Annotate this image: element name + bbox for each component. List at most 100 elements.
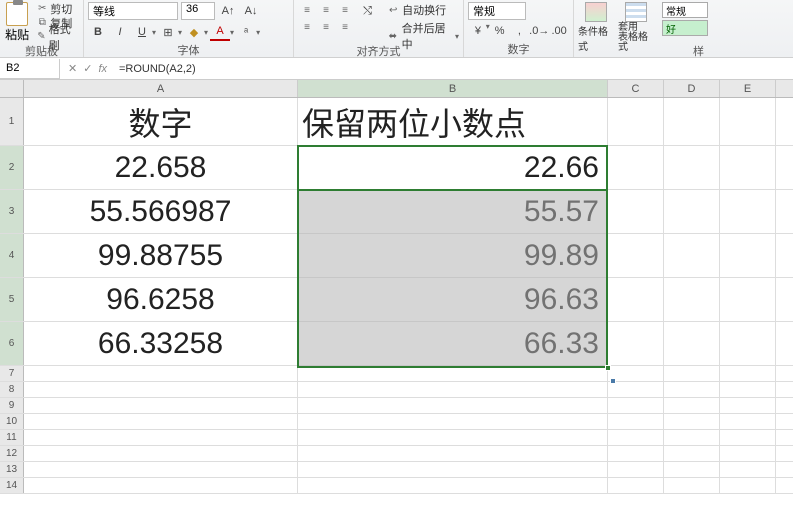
bold-button[interactable]: B: [88, 23, 108, 41]
border-button[interactable]: ⊞: [158, 23, 178, 41]
cell[interactable]: [608, 382, 664, 397]
font-size-select[interactable]: 36: [181, 2, 215, 20]
cell[interactable]: [298, 478, 608, 493]
italic-button[interactable]: I: [110, 23, 130, 41]
row-header[interactable]: 5: [0, 278, 24, 321]
cell[interactable]: [664, 234, 720, 277]
cell[interactable]: [720, 382, 776, 397]
cell[interactable]: [298, 414, 608, 429]
cell[interactable]: [664, 382, 720, 397]
cell-B5[interactable]: 96.63: [298, 278, 608, 321]
row-header[interactable]: 8: [0, 382, 24, 397]
comma-button[interactable]: ,: [510, 22, 530, 40]
cell-A1[interactable]: 数字: [24, 98, 298, 145]
fill-color-button[interactable]: ◆: [184, 23, 204, 41]
cell-A6[interactable]: 66.33258: [24, 322, 298, 365]
col-header-A[interactable]: A: [24, 80, 298, 97]
cell[interactable]: [608, 98, 664, 145]
cell[interactable]: [720, 398, 776, 413]
cell[interactable]: [720, 146, 776, 189]
row-header[interactable]: 3: [0, 190, 24, 233]
name-box[interactable]: B2: [0, 59, 60, 79]
cell[interactable]: [608, 478, 664, 493]
cell[interactable]: [24, 462, 298, 477]
cell[interactable]: [720, 234, 776, 277]
cell-B3[interactable]: 55.57: [298, 190, 608, 233]
cell[interactable]: [608, 446, 664, 461]
cell[interactable]: [664, 478, 720, 493]
row-header[interactable]: 10: [0, 414, 24, 429]
select-all-corner[interactable]: [0, 80, 24, 97]
col-header-E[interactable]: E: [720, 80, 776, 97]
align-bottom-button[interactable]: ≡: [336, 2, 354, 18]
cell[interactable]: [24, 414, 298, 429]
cut-button[interactable]: ✂剪切: [34, 2, 79, 15]
cell[interactable]: [720, 414, 776, 429]
cell[interactable]: [24, 478, 298, 493]
row-header[interactable]: 12: [0, 446, 24, 461]
decrease-font-button[interactable]: A↓: [241, 2, 261, 20]
cell[interactable]: [664, 462, 720, 477]
wrap-text-button[interactable]: ↩自动换行: [387, 2, 459, 18]
align-top-button[interactable]: ≡: [298, 2, 316, 18]
fx-button[interactable]: fx: [98, 63, 107, 75]
cell[interactable]: [720, 478, 776, 493]
row-header[interactable]: 9: [0, 398, 24, 413]
cell[interactable]: [664, 366, 720, 381]
cell[interactable]: [298, 382, 608, 397]
cell[interactable]: [664, 146, 720, 189]
cell[interactable]: [298, 462, 608, 477]
align-center-button[interactable]: ≡: [317, 19, 335, 35]
cell-B2[interactable]: 22.66: [298, 146, 608, 189]
cell[interactable]: [608, 462, 664, 477]
cell[interactable]: [24, 382, 298, 397]
cell[interactable]: [664, 322, 720, 365]
align-right-button[interactable]: ≡: [336, 19, 354, 35]
cell-style-normal[interactable]: 常规: [662, 2, 708, 18]
row-header[interactable]: 11: [0, 430, 24, 445]
font-color-button[interactable]: A: [210, 23, 230, 41]
cell[interactable]: [664, 414, 720, 429]
cell[interactable]: [298, 446, 608, 461]
cell[interactable]: [298, 398, 608, 413]
cell[interactable]: [664, 278, 720, 321]
row-header[interactable]: 13: [0, 462, 24, 477]
cell[interactable]: [664, 190, 720, 233]
cell-A5[interactable]: 96.6258: [24, 278, 298, 321]
row-header[interactable]: 4: [0, 234, 24, 277]
underline-button[interactable]: U: [132, 23, 152, 41]
cell[interactable]: [608, 322, 664, 365]
cell[interactable]: [720, 278, 776, 321]
cell[interactable]: [720, 98, 776, 145]
cell[interactable]: [720, 446, 776, 461]
cell[interactable]: [664, 446, 720, 461]
cell-style-good[interactable]: 好: [662, 20, 708, 36]
cell[interactable]: [608, 430, 664, 445]
cell-A3[interactable]: 55.566987: [24, 190, 298, 233]
cell[interactable]: [298, 366, 608, 381]
orientation-button[interactable]: ⤭: [358, 2, 377, 20]
row-header[interactable]: 7: [0, 366, 24, 381]
cell[interactable]: [608, 190, 664, 233]
cell[interactable]: [720, 322, 776, 365]
cell[interactable]: [720, 190, 776, 233]
formula-bar[interactable]: =ROUND(A2,2): [115, 63, 793, 75]
col-header-D[interactable]: D: [664, 80, 720, 97]
cell[interactable]: [608, 146, 664, 189]
cell-A4[interactable]: 99.88755: [24, 234, 298, 277]
accept-formula-button[interactable]: ✓: [83, 62, 92, 75]
row-header[interactable]: 1: [0, 98, 24, 145]
cell-B4[interactable]: 99.89: [298, 234, 608, 277]
col-header-B[interactable]: B: [298, 80, 608, 97]
cancel-formula-button[interactable]: ✕: [68, 62, 77, 75]
cell[interactable]: [298, 430, 608, 445]
cell[interactable]: [720, 462, 776, 477]
number-format-select[interactable]: 常规: [468, 2, 526, 20]
cell[interactable]: [664, 98, 720, 145]
decrease-decimal-button[interactable]: .00: [549, 22, 569, 40]
cell[interactable]: [24, 430, 298, 445]
cell[interactable]: [664, 398, 720, 413]
cell[interactable]: [720, 430, 776, 445]
cell[interactable]: [24, 398, 298, 413]
cell[interactable]: [664, 430, 720, 445]
